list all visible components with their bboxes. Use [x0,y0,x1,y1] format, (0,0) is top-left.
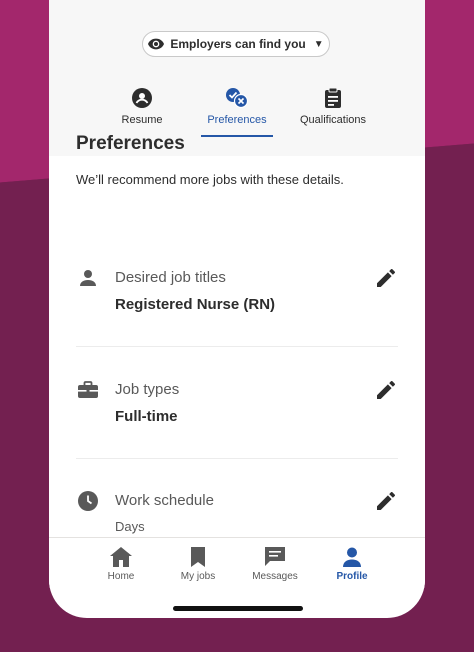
phone-screen: Employers can find you ▼ Resume Preferen… [49,0,425,618]
nav-label: Messages [252,571,298,582]
person-circle-icon [132,86,152,110]
clock-icon [77,490,99,512]
tab-label: Resume [121,114,163,126]
nav-messages[interactable]: Messages [240,546,310,582]
divider [76,458,398,459]
preference-label: Job types [115,381,180,398]
preference-value: Full-time [115,408,178,425]
nav-profile[interactable]: Profile [317,546,387,582]
visibility-dropdown-button[interactable]: Employers can find you ▼ [142,31,330,57]
nav-my-jobs[interactable]: My jobs [163,546,233,582]
nav-home[interactable]: Home [86,546,156,582]
clipboard-icon [324,86,342,110]
briefcase-icon [77,379,99,401]
divider [76,346,398,347]
edit-pencil-icon[interactable] [375,379,397,401]
edit-pencil-icon[interactable] [375,490,397,512]
person-icon [77,267,99,289]
active-tab-indicator [201,135,273,137]
preference-value: Registered Nurse (RN) [115,296,276,313]
profile-icon [342,546,362,568]
bottom-navigation: Home My jobs Messages Profile [49,537,425,588]
tab-label: Preferences [207,114,267,126]
message-icon [265,546,285,568]
preferences-check-x-icon [225,86,249,110]
page-subtitle: We’ll recommend more jobs with these det… [76,172,344,187]
eye-icon [148,38,165,50]
bookmark-icon [191,546,205,568]
preference-label: Desired job titles [115,269,226,286]
preference-label: Work schedule [115,492,214,509]
edit-pencil-icon[interactable] [375,267,397,289]
nav-label: Profile [336,571,368,582]
nav-label: My jobs [180,571,216,582]
tab-preferences[interactable]: Preferences [201,86,273,142]
tab-qualifications[interactable]: Qualifications [293,86,373,142]
nav-label: Home [107,571,135,582]
page-title: Preferences [76,133,185,154]
home-indicator-bar [173,606,303,611]
visibility-label: Employers can find you [170,37,306,51]
home-icon [110,546,132,568]
caret-down-icon: ▼ [313,38,324,50]
tab-label: Qualifications [299,114,367,126]
preference-value: Days [115,519,145,534]
